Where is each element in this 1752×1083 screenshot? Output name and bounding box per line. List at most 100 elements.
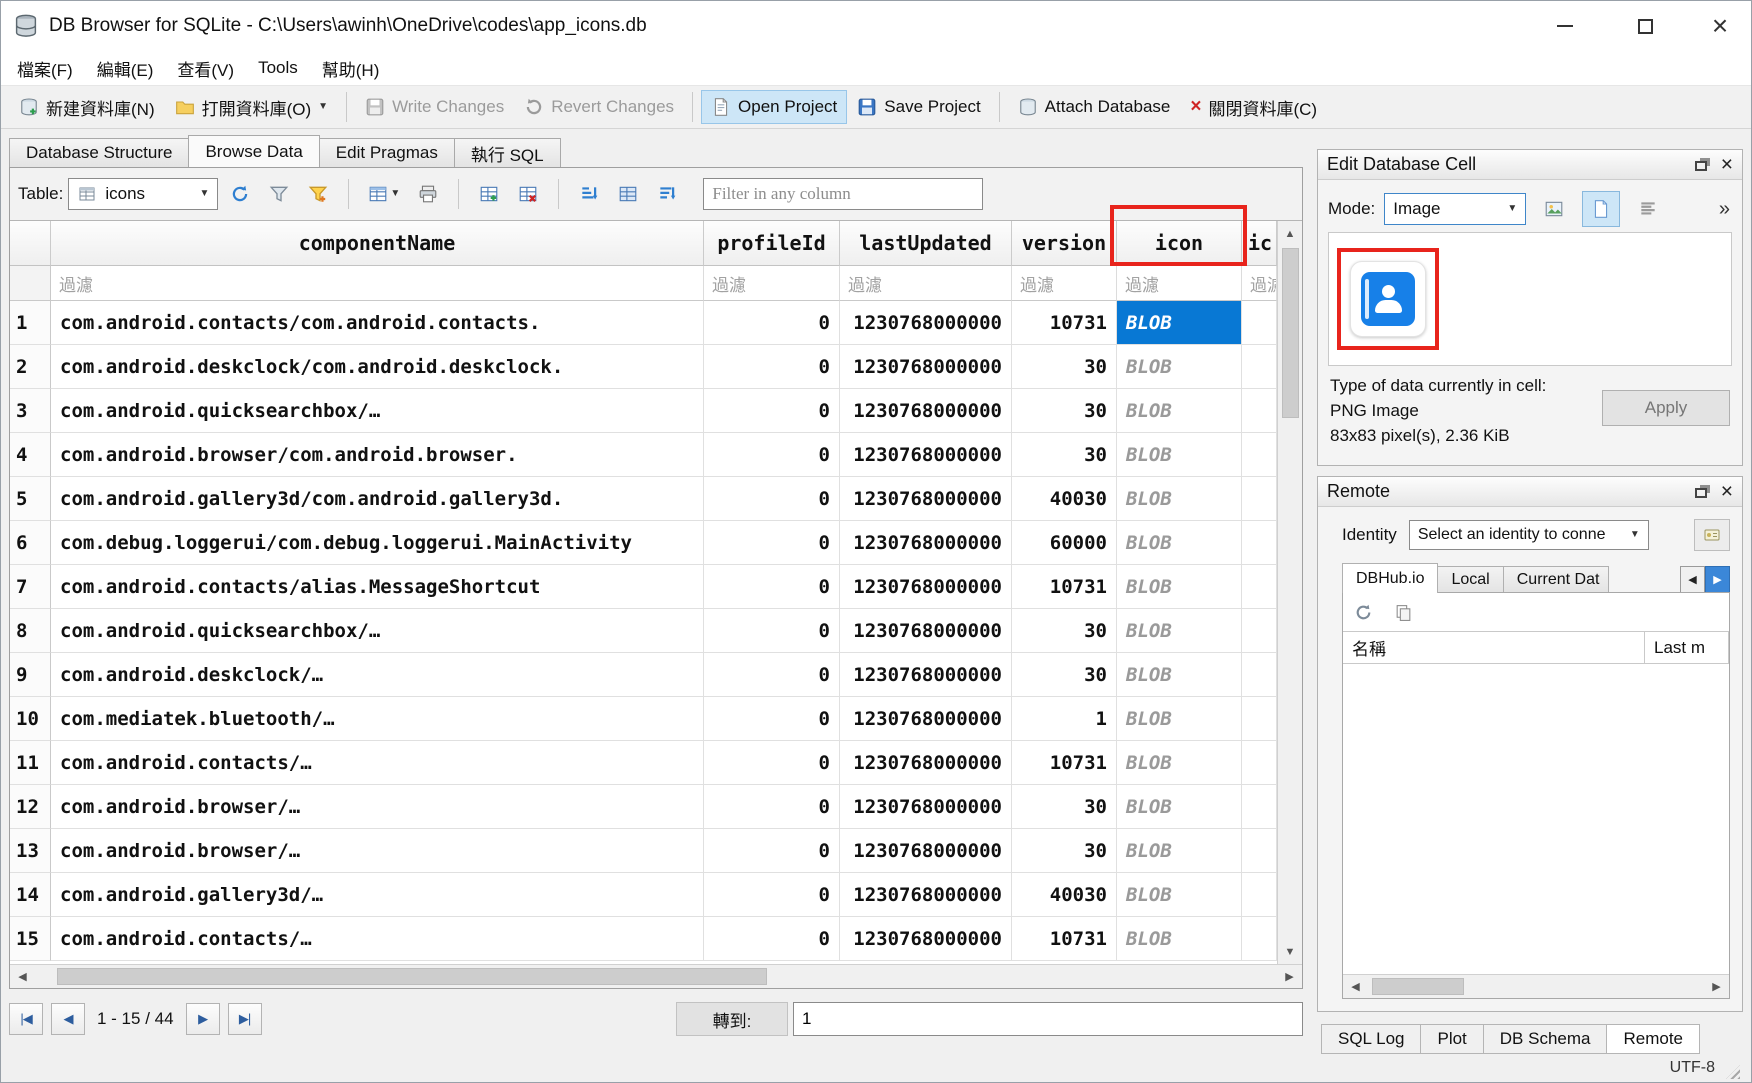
attach-database-button[interactable]: Attach Database [1008,90,1181,124]
text-mode-button[interactable] [1582,191,1620,227]
scroll-right-icon[interactable]: ▶ [1277,964,1302,989]
table-row[interactable]: 11 com.android.contacts/… 0 123076800000… [10,741,1277,785]
cell-icon-blob[interactable]: BLOB [1117,477,1242,521]
cell-version[interactable]: 60000 [1012,521,1117,565]
cell-profileid[interactable]: 0 [704,785,840,829]
remote-tab-dbhub[interactable]: DBHub.io [1342,563,1438,593]
menu-tools[interactable]: Tools [246,53,310,83]
grid-horizontal-scrollbar[interactable]: ◀ ▶ [10,964,1302,988]
insert-record-button[interactable] [472,177,506,211]
table-select[interactable]: icons ▼ [68,178,218,210]
tab-browse-data[interactable]: Browse Data [188,135,319,167]
refresh-button[interactable] [223,177,257,211]
cell-profileid[interactable]: 0 [704,873,840,917]
cell-icon-blob[interactable]: BLOB [1117,873,1242,917]
cell-profileid[interactable]: 0 [704,917,840,961]
dock-tab-db-schema[interactable]: DB Schema [1483,1024,1608,1054]
mode-select[interactable]: Image ▼ [1384,193,1526,225]
cell-partial[interactable] [1242,565,1277,609]
close-database-button[interactable]: × 關閉資料庫(C) [1180,88,1327,127]
save-project-button[interactable]: Save Project [847,90,990,124]
align-mode-button[interactable] [1629,191,1667,227]
print-button[interactable] [411,177,445,211]
column-header-icon[interactable]: icon [1117,221,1242,266]
revert-changes-button[interactable]: Revert Changes [514,90,684,124]
cell-lastupdated[interactable]: 1230768000000 [840,653,1012,697]
scroll-left-icon[interactable]: ◀ [1343,974,1368,999]
filter-cell-partial[interactable]: 過濾 [1242,266,1277,301]
cell-lastupdated[interactable]: 1230768000000 [840,389,1012,433]
encoding-indicator[interactable]: UTF-8 [1670,1059,1715,1077]
tab-database-structure[interactable]: Database Structure [9,138,189,167]
cell-componentname[interactable]: com.android.contacts/… [51,917,704,961]
cell-lastupdated[interactable]: 1230768000000 [840,741,1012,785]
identity-select[interactable]: Select an identity to conne ▼ [1409,520,1649,550]
cell-lastupdated[interactable]: 1230768000000 [840,433,1012,477]
cell-version[interactable]: 10731 [1012,917,1117,961]
cell-version[interactable]: 30 [1012,785,1117,829]
new-database-button[interactable]: 新建資料庫(N) [9,88,165,127]
cell-icon-blob[interactable]: BLOB [1117,917,1242,961]
identity-certificate-button[interactable] [1694,519,1730,551]
close-button[interactable]: × [1699,1,1751,51]
cell-lastupdated[interactable]: 1230768000000 [840,697,1012,741]
cell-profileid[interactable]: 0 [704,829,840,873]
cell-partial[interactable] [1242,433,1277,477]
cell-version[interactable]: 1 [1012,697,1117,741]
tab-scroll-right-icon[interactable]: ▶ [1705,566,1730,593]
cell-lastupdated[interactable]: 1230768000000 [840,477,1012,521]
cell-profileid[interactable]: 0 [704,697,840,741]
dock-tab-plot[interactable]: Plot [1420,1024,1483,1054]
cell-profileid[interactable]: 0 [704,389,840,433]
cell-partial[interactable] [1242,917,1277,961]
more-options-icon[interactable]: » [1719,198,1732,221]
clear-filters-button[interactable] [262,177,296,211]
filter-any-column-input[interactable] [703,178,983,210]
undock-panel-icon[interactable] [1695,161,1707,171]
cell-partial[interactable] [1242,697,1277,741]
cell-profileid[interactable]: 0 [704,653,840,697]
table-row[interactable]: 8 com.android.quicksearchbox/… 0 1230768… [10,609,1277,653]
cell-lastupdated[interactable]: 1230768000000 [840,917,1012,961]
column-header-partial[interactable]: ic [1242,221,1277,266]
column-header-version[interactable]: version [1012,221,1117,266]
table-row[interactable]: 5 com.android.gallery3d/com.android.gall… [10,477,1277,521]
cell-version[interactable]: 30 [1012,609,1117,653]
cell-profileid[interactable]: 0 [704,565,840,609]
tab-execute-sql[interactable]: 執行 SQL [454,138,561,167]
filter-cell-lastupdated[interactable]: 過濾 [840,266,1012,301]
cell-version[interactable]: 30 [1012,829,1117,873]
next-page-button[interactable]: ▶ [186,1003,220,1035]
remote-column-last-modified[interactable]: Last m [1645,632,1729,664]
resize-grip[interactable] [1726,1065,1740,1079]
grid-vertical-scrollbar[interactable]: ▲ ▼ [1277,221,1302,964]
cell-icon-blob[interactable]: BLOB [1117,389,1242,433]
cell-componentname[interactable]: com.android.browser/… [51,829,704,873]
cell-version[interactable]: 30 [1012,345,1117,389]
prev-page-button[interactable]: ◀ [51,1003,85,1035]
cell-profileid[interactable]: 0 [704,345,840,389]
cell-componentname[interactable]: com.android.quicksearchbox/… [51,389,704,433]
cell-version[interactable]: 10731 [1012,301,1117,345]
cell-version[interactable]: 30 [1012,389,1117,433]
cell-icon-blob[interactable]: BLOB [1117,785,1242,829]
scroll-right-icon[interactable]: ▶ [1704,974,1729,999]
close-panel-icon[interactable]: × [1721,481,1733,502]
cell-version[interactable]: 40030 [1012,477,1117,521]
format-table-button[interactable] [611,177,645,211]
cell-icon-blob[interactable]: BLOB [1117,697,1242,741]
last-page-button[interactable]: ▶| [228,1003,262,1035]
table-row[interactable]: 6 com.debug.loggerui/com.debug.loggerui.… [10,521,1277,565]
open-project-button[interactable]: Open Project [701,90,847,124]
vertical-scroll-thumb[interactable] [1282,248,1299,418]
maximize-button[interactable] [1619,1,1671,51]
cell-icon-blob[interactable]: BLOB [1117,521,1242,565]
cell-lastupdated[interactable]: 1230768000000 [840,345,1012,389]
cell-lastupdated[interactable]: 1230768000000 [840,829,1012,873]
table-row[interactable]: 13 com.android.browser/… 0 1230768000000… [10,829,1277,873]
cell-componentname[interactable]: com.android.contacts/com.android.contact… [51,301,704,345]
scroll-up-icon[interactable]: ▲ [1278,221,1303,246]
filter-cell-version[interactable]: 過濾 [1012,266,1117,301]
remote-tab-local[interactable]: Local [1437,566,1503,593]
cell-icon-blob[interactable]: BLOB [1117,301,1242,345]
